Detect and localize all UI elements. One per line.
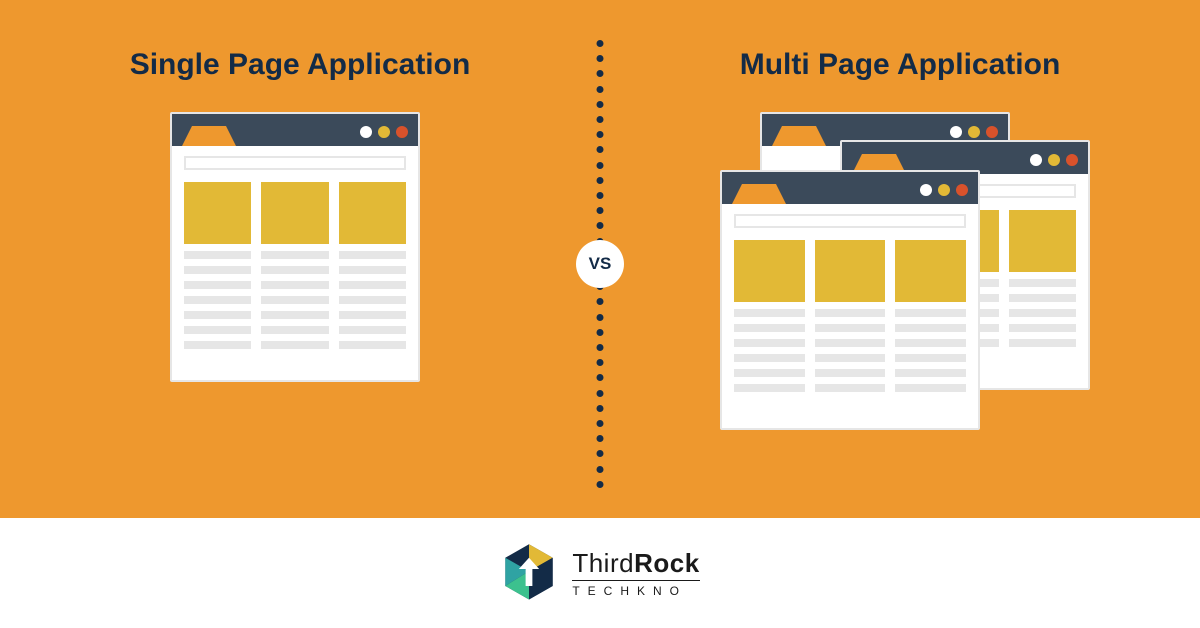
browser-window-front: [720, 170, 980, 430]
multi-page-illustration: [730, 112, 1070, 432]
left-side: Single Page Application: [0, 0, 600, 518]
window-titlebar: [172, 114, 418, 146]
brand-name: ThirdRock: [572, 550, 699, 576]
url-bar-icon: [184, 156, 406, 170]
brand-sub: TECHKNO: [572, 580, 699, 597]
vs-badge: VS: [576, 240, 624, 288]
browser-tab-icon: [182, 114, 236, 146]
right-side: Multi Page Application: [600, 0, 1200, 518]
footer: ThirdRock TECHKNO: [0, 518, 1200, 628]
brand-text: ThirdRock TECHKNO: [572, 550, 699, 597]
diagram-root: Single Page Application: [0, 0, 1200, 628]
page-content-icon: [172, 178, 418, 361]
browser-window: [170, 112, 420, 382]
left-title: Single Page Application: [130, 48, 471, 82]
right-title: Multi Page Application: [740, 48, 1061, 82]
window-controls-icon: [360, 126, 408, 146]
comparison-area: Single Page Application: [0, 0, 1200, 518]
logo-icon: [500, 542, 558, 604]
single-page-illustration: [170, 112, 430, 392]
